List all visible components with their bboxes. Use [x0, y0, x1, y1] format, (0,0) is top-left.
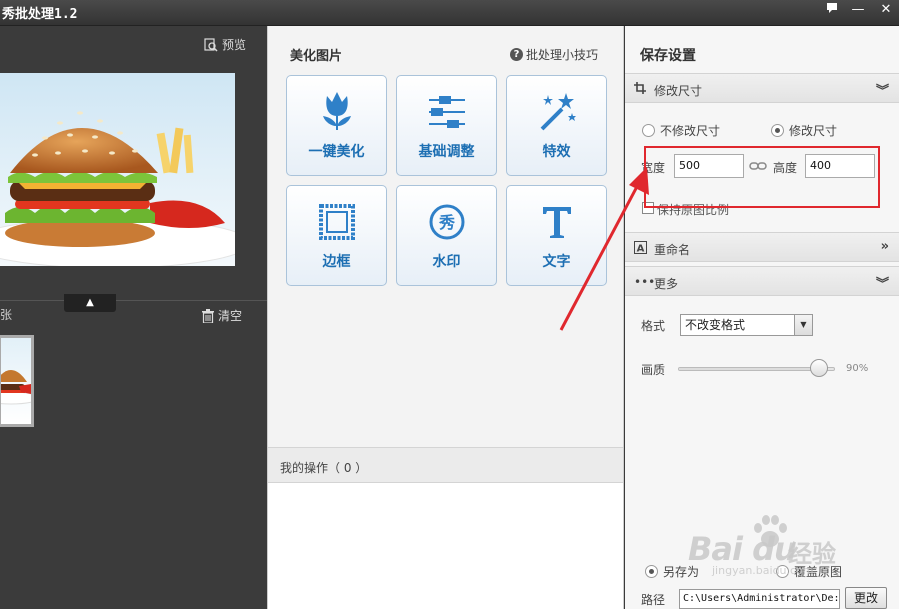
- format-selected-value: 不改变格式: [685, 318, 746, 332]
- no-resize-radio[interactable]: [642, 124, 655, 137]
- burger-image: [0, 73, 235, 266]
- tool-label: 水印: [432, 254, 461, 270]
- path-label: 路径: [641, 593, 666, 607]
- my-operations-header: 我的操作（ 0 ）: [268, 447, 623, 483]
- tulip-icon: [322, 92, 351, 130]
- my-operations-label: 我的操作（ 0 ）: [280, 461, 368, 475]
- tool-label: 边框: [322, 254, 351, 270]
- resize-option[interactable]: 修改尺寸: [771, 122, 837, 139]
- format-select[interactable]: 不改变格式 ▼: [680, 314, 813, 336]
- path-input[interactable]: C:\Users\Administrator\De:: [679, 589, 840, 609]
- menu-button[interactable]: [820, 0, 844, 20]
- preview-label: 预览: [222, 38, 247, 52]
- chevron-down-icon: ︾: [875, 84, 889, 99]
- tool-effects[interactable]: 特效: [506, 75, 607, 176]
- tool-basic-adjust[interactable]: 基础调整: [396, 75, 497, 176]
- frame-icon: [318, 204, 355, 240]
- image-thumbnail[interactable]: [0, 335, 34, 427]
- quality-slider-fill: [679, 368, 819, 370]
- preview-button[interactable]: 预览: [204, 36, 246, 53]
- window-title: 秀批处理1.2: [2, 7, 78, 22]
- more-section-header[interactable]: ••• 更多 ︾: [625, 266, 899, 296]
- save-as-label: 另存为: [663, 565, 700, 579]
- red-arrow-annotation: [559, 167, 649, 331]
- title-bar: 秀批处理1.2 — ✕: [0, 0, 899, 26]
- overwrite-radio[interactable]: [776, 565, 789, 578]
- save-as-option[interactable]: 另存为: [645, 563, 699, 580]
- my-operations-list: [268, 483, 623, 609]
- resize-section-label: 修改尺寸: [654, 84, 703, 98]
- more-section-label: 更多: [654, 277, 679, 291]
- no-resize-option[interactable]: 不修改尺寸: [642, 122, 720, 139]
- burger-thumbnail: [1, 370, 31, 405]
- overwrite-option[interactable]: 覆盖原图: [776, 563, 842, 580]
- svg-text:秀: 秀: [437, 213, 454, 232]
- chevron-down-icon: ︾: [875, 277, 889, 292]
- tool-label: 一键美化: [308, 144, 365, 160]
- overwrite-label: 覆盖原图: [794, 565, 843, 579]
- rename-section-label: 重命名: [654, 243, 691, 257]
- strip-count-label: 张: [0, 308, 13, 322]
- collapse-toggle-button[interactable]: ▲: [64, 294, 116, 312]
- tips-label: 批处理小技巧: [526, 48, 599, 62]
- left-preview-pane: 预览 ▲ 张 清空: [0, 26, 267, 609]
- trash-icon: [202, 308, 214, 323]
- resize-radio[interactable]: [771, 124, 784, 137]
- minimize-button[interactable]: —: [846, 0, 870, 20]
- strip-divider: [0, 300, 267, 301]
- tool-label: 基础调整: [418, 144, 475, 160]
- save-settings-title: 保存设置: [640, 48, 696, 64]
- crop-icon: [634, 82, 646, 97]
- close-button[interactable]: ✕: [874, 0, 898, 20]
- quality-value: 90%: [846, 363, 869, 374]
- chat-icon: [827, 3, 837, 13]
- quality-label: 画质: [641, 363, 666, 377]
- dropdown-arrow-icon[interactable]: ▼: [794, 315, 812, 335]
- tool-watermark[interactable]: 秀 水印: [396, 185, 497, 286]
- highlight-annotation-box: [644, 146, 880, 208]
- preview-image: [0, 73, 235, 266]
- preview-magnifier-icon: [204, 37, 218, 52]
- tool-label: 特效: [542, 144, 571, 160]
- clear-button[interactable]: 清空: [202, 307, 242, 324]
- magic-wand-icon: [540, 93, 576, 131]
- resize-section-header[interactable]: 修改尺寸 ︾: [625, 73, 899, 103]
- rename-section-header[interactable]: A 重命名 »: [625, 232, 899, 262]
- sliders-icon: [428, 96, 465, 128]
- no-resize-label: 不修改尺寸: [660, 124, 721, 138]
- tool-one-click-beautify[interactable]: 一键美化: [286, 75, 387, 176]
- resize-label: 修改尺寸: [789, 124, 838, 138]
- help-icon: ?: [510, 48, 523, 61]
- beautify-title: 美化图片: [290, 49, 343, 64]
- change-path-button[interactable]: 更改: [845, 587, 887, 609]
- save-as-radio[interactable]: [645, 565, 658, 578]
- chevron-right-icon: »: [880, 239, 889, 254]
- tips-link[interactable]: ? 批处理小技巧: [510, 46, 598, 63]
- tool-frame[interactable]: 边框: [286, 185, 387, 286]
- clear-label: 清空: [218, 309, 243, 323]
- watermark-seal-icon: 秀: [429, 204, 464, 240]
